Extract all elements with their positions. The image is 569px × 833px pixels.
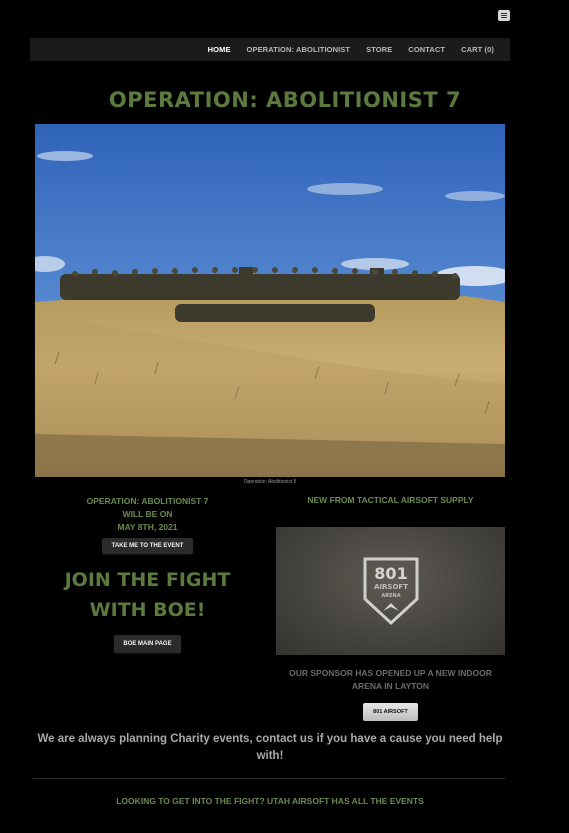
nav-contact[interactable]: CONTACT	[408, 45, 445, 54]
boe-button-wrap: BOE MAIN PAGE	[35, 632, 260, 653]
sponsor-logo-image: 801 AIRSOFT ARENA	[276, 527, 505, 655]
event-will-be-on: WILL BE ON	[122, 509, 173, 519]
logo-line2: ARENA	[381, 593, 400, 599]
boe-main-page-button[interactable]: BOE MAIN PAGE	[114, 635, 181, 653]
nav-cart[interactable]: CART (0)	[461, 45, 494, 54]
event-name: OPERATION: ABOLITIONIST 7	[86, 496, 209, 506]
page-title: OPERATION: ABOLITIONIST 7	[108, 88, 462, 112]
sponsor-button-wrap: 801 AIRSOFT	[276, 700, 505, 721]
logo-number: 801	[374, 564, 407, 583]
nav-operation-abolitionist[interactable]: OPERATION: ABOLITIONIST	[247, 45, 351, 54]
take-me-to-event-button[interactable]: TAKE ME TO THE EVENT	[101, 538, 194, 554]
shield-badge-icon: 801 AIRSOFT ARENA	[363, 557, 418, 626]
sponsor-heading: NEW FROM TACTICAL AIRSOFT SUPPLY	[307, 495, 474, 505]
nav-home[interactable]: HOME	[208, 45, 231, 54]
divider	[33, 778, 505, 779]
join-heading-line1: JOIN THE FIGHT	[64, 569, 231, 591]
event-date: MAY 8TH, 2021	[117, 522, 178, 532]
join-heading: JOIN THE FIGHT WITH BOE!	[35, 565, 260, 625]
charity-message: We are always planning Charity events, c…	[37, 733, 503, 762]
hamburger-menu-icon[interactable]	[498, 10, 510, 21]
logo-line1: AIRSOFT	[374, 583, 408, 591]
event-announcement: OPERATION: ABOLITIONIST 7 WILL BE ON MAY…	[35, 495, 260, 554]
utah-airsoft-events-link[interactable]: LOOKING TO GET INTO THE FIGHT? UTAH AIRS…	[35, 796, 505, 806]
sponsor-text: OUR SPONSOR HAS OPENED UP A NEW INDOOR A…	[289, 668, 492, 691]
join-heading-line2: WITH BOE!	[89, 599, 206, 621]
hero-caption: Operation: Abolitionist 5	[243, 479, 297, 485]
nav-store[interactable]: STORE	[366, 45, 392, 54]
main-navigation: HOME OPERATION: ABOLITIONIST STORE CONTA…	[30, 38, 510, 61]
hero-photo	[35, 124, 505, 477]
801-airsoft-button[interactable]: 801 AIRSOFT	[363, 703, 418, 721]
